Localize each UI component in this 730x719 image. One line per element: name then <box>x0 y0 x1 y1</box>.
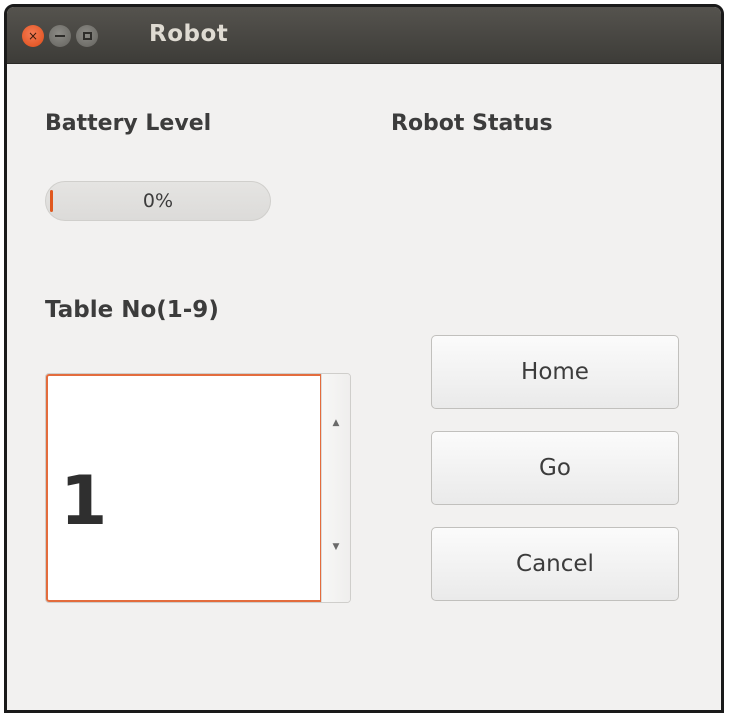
go-button[interactable]: Go <box>431 431 679 505</box>
table-number-spinbox[interactable]: 1 ▲ ▼ <box>45 373 351 603</box>
square-glyph <box>82 32 92 40</box>
battery-level-label: Battery Level <box>45 111 212 136</box>
dash-glyph <box>55 35 65 37</box>
spin-buttons: ▲ ▼ <box>321 374 350 602</box>
maximize-icon[interactable] <box>76 25 98 47</box>
battery-progress-text: 0% <box>142 190 174 212</box>
close-icon[interactable]: × <box>22 25 44 47</box>
window-title: Robot <box>149 21 229 47</box>
cancel-button[interactable]: Cancel <box>431 527 679 601</box>
robot-window: × Robot Battery Level Robot Status 0% Ta… <box>4 4 724 713</box>
table-number-value: 1 <box>60 461 108 541</box>
robot-status-label: Robot Status <box>391 111 553 136</box>
spin-up-arrow-icon[interactable]: ▲ <box>322 374 350 488</box>
close-glyph: × <box>27 29 39 43</box>
spin-down-arrow-icon[interactable]: ▼ <box>322 488 350 602</box>
table-number-label: Table No(1-9) <box>45 297 219 323</box>
home-button[interactable]: Home <box>431 335 679 409</box>
minimize-icon[interactable] <box>49 25 71 47</box>
title-bar[interactable]: × Robot <box>7 7 721 64</box>
table-number-input[interactable]: 1 <box>46 374 322 602</box>
battery-progress-bar: 0% <box>45 181 271 221</box>
